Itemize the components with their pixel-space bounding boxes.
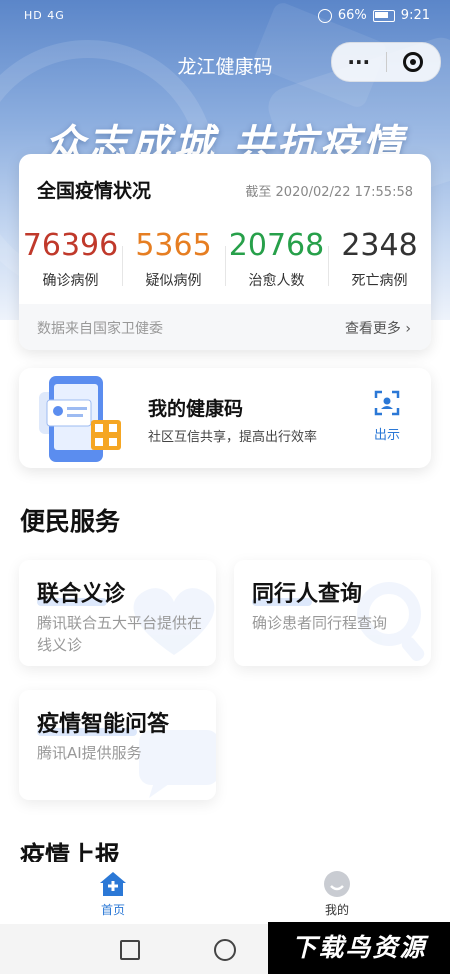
tab-home[interactable]: 首页 (73, 870, 153, 918)
home-button[interactable] (214, 939, 236, 961)
service-card-ai-qa[interactable]: 疫情智能问答 腾讯AI提供服务 (19, 690, 216, 800)
service-title: 联合义诊 (37, 582, 126, 607)
battery-icon (372, 9, 395, 22)
status-bar: HD 4G 66% 9:21 (0, 0, 450, 34)
phone-qr-illustration (39, 376, 121, 462)
service-subtitle: 腾讯AI提供服务 (37, 744, 142, 762)
stats-timestamp: 截至 2020/02/22 17:55:58 (245, 185, 413, 200)
tab-home-label: 首页 (100, 903, 125, 917)
stat-value: 20768 (228, 228, 325, 263)
stats-footer: 数据来自国家卫健委 查看更多 › (19, 304, 431, 350)
more-menu-button[interactable]: ··· (332, 43, 386, 81)
services-section-title: 便民服务 (20, 507, 121, 536)
service-card-consultation[interactable]: 联合义诊 腾讯联合五大平台提供在线义诊 (19, 560, 216, 666)
smile-face-icon (324, 871, 350, 897)
close-miniprogram-button[interactable] (386, 52, 440, 72)
health-code-subtitle: 社区互信共享，提高出行效率 (148, 430, 318, 445)
target-close-icon (403, 52, 424, 72)
stats-title: 全国疫情状况 (37, 180, 152, 202)
stat-value: 5365 (135, 228, 212, 263)
stat-label: 疑似病例 (145, 273, 202, 289)
data-source-note: 数据来自国家卫健委 (37, 321, 163, 337)
show-code-label: 出示 (373, 428, 400, 443)
battery-percent: 66% (337, 8, 367, 23)
tab-bar: 首页 我的 (0, 862, 450, 924)
stat-suspected: 5365 疑似病例 (122, 226, 225, 290)
service-subtitle: 腾讯联合五大平台提供在线义诊 (37, 614, 203, 654)
tab-mine-label: 我的 (324, 903, 349, 917)
recent-apps-button[interactable] (120, 940, 140, 960)
epidemic-stats-card: 全国疫情状况 截至 2020/02/22 17:55:58 76396 确诊病例… (19, 154, 431, 350)
tab-mine[interactable]: 我的 (297, 870, 377, 918)
stat-deaths: 2348 死亡病例 (328, 226, 431, 290)
watermark-logo: 下载鸟资源 (268, 922, 450, 974)
scan-face-icon (374, 390, 400, 416)
show-code-button[interactable]: 出示 (364, 390, 410, 443)
health-code-title: 我的健康码 (148, 398, 244, 420)
stat-recovered: 20768 治愈人数 (225, 226, 328, 290)
miniprogram-capsule: ··· (331, 42, 441, 82)
stat-label: 治愈人数 (248, 273, 305, 289)
stat-confirmed: 76396 确诊病例 (19, 226, 122, 290)
health-code-card[interactable]: 我的健康码 社区互信共享，提高出行效率 出示 (19, 368, 431, 468)
alarm-icon (317, 8, 332, 23)
stat-value: 76396 (22, 228, 119, 263)
stat-label: 确诊病例 (42, 273, 99, 289)
stat-value: 2348 (341, 228, 418, 263)
network-indicator: HD 4G (24, 9, 65, 22)
service-title: 同行人查询 (252, 582, 363, 607)
home-icon (100, 872, 126, 896)
service-card-companion-query[interactable]: 同行人查询 确诊患者同行程查询 (234, 560, 431, 666)
service-title: 疫情智能问答 (37, 712, 170, 737)
stat-label: 死亡病例 (351, 273, 408, 289)
clock: 9:21 (400, 8, 430, 23)
service-subtitle: 确诊患者同行程查询 (252, 614, 388, 632)
view-more-link[interactable]: 查看更多 › (345, 318, 411, 338)
